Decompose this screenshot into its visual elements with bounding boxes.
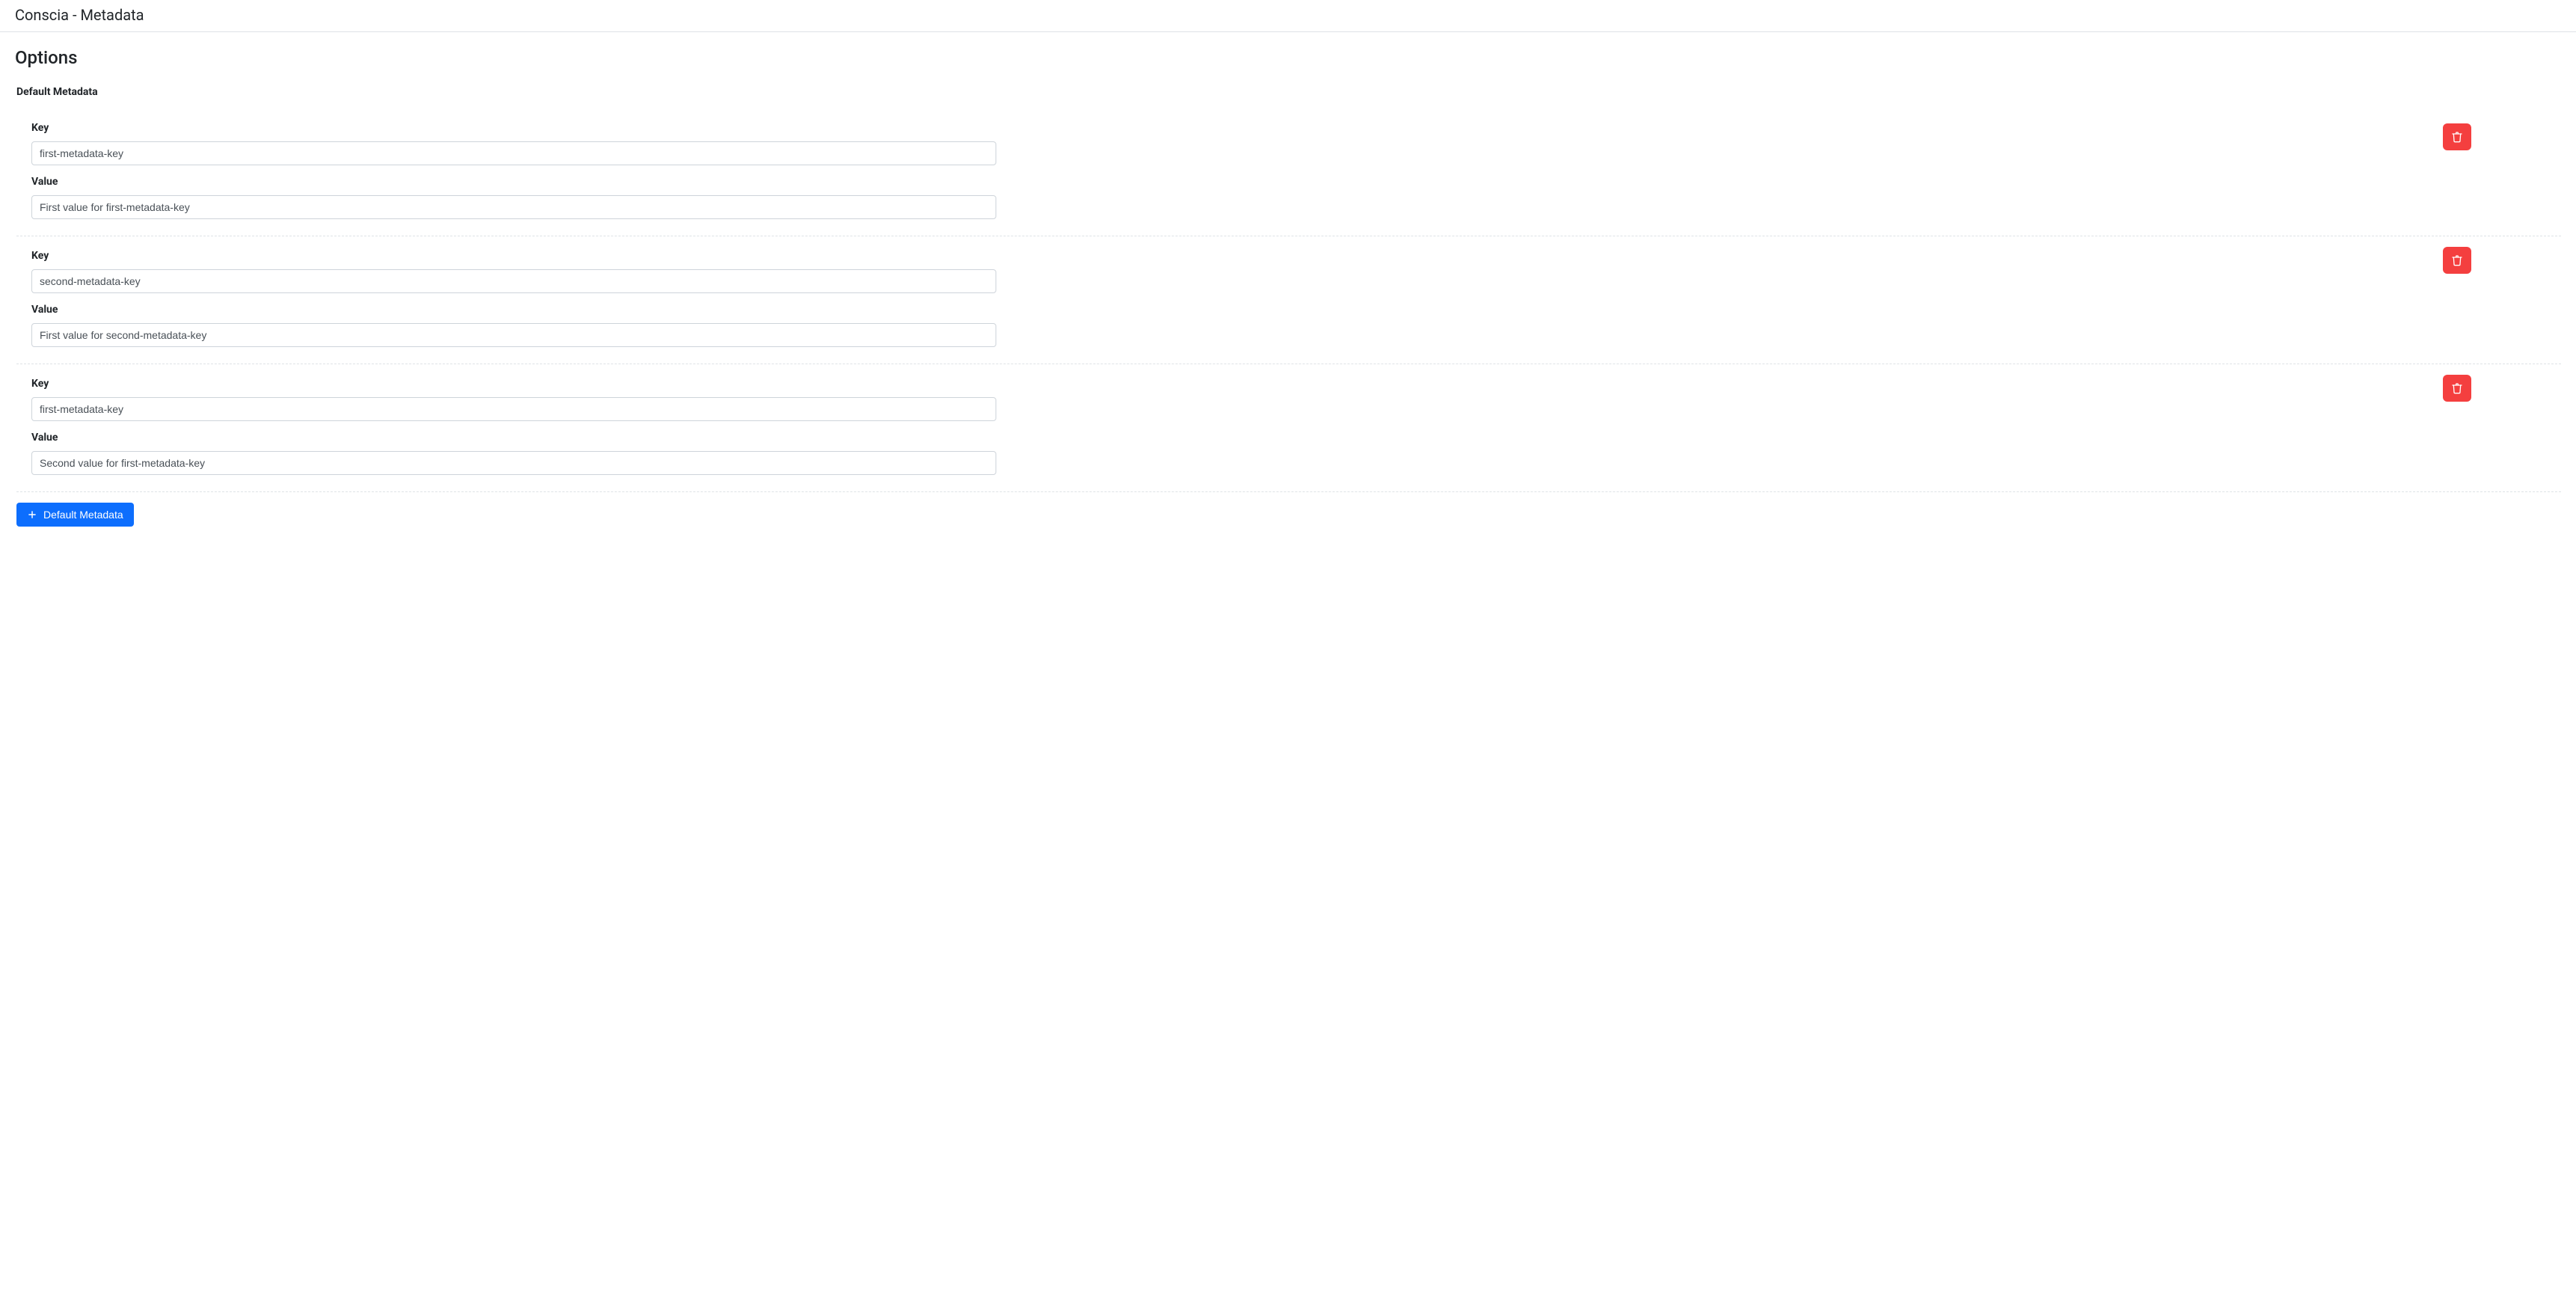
value-label: Value: [31, 432, 2561, 444]
metadata-entry: Key Value: [16, 113, 2561, 236]
header-title: Conscia - Metadata: [15, 6, 2561, 24]
page-header: Conscia - Metadata: [0, 0, 2576, 32]
delete-entry-button[interactable]: [2443, 247, 2471, 274]
delete-entry-button[interactable]: [2443, 375, 2471, 402]
page-title: Options: [15, 47, 2561, 68]
trash-icon: [2451, 382, 2463, 394]
add-metadata-button[interactable]: Default Metadata: [16, 503, 134, 527]
plus-icon: [27, 509, 37, 520]
value-input[interactable]: [31, 451, 996, 475]
content-area: Options Default Metadata Key Value: [0, 32, 2576, 542]
group-label: Default Metadata: [15, 86, 2561, 98]
key-input[interactable]: [31, 269, 996, 293]
metadata-entry: Key Value: [16, 236, 2561, 364]
value-input[interactable]: [31, 195, 996, 219]
value-label: Value: [31, 304, 2561, 316]
metadata-entries: Key Value Key Value: [16, 113, 2561, 492]
add-button-label: Default Metadata: [43, 509, 123, 521]
value-label: Value: [31, 176, 2561, 188]
key-input[interactable]: [31, 397, 996, 421]
key-label: Key: [31, 122, 2561, 134]
key-input[interactable]: [31, 141, 996, 165]
trash-icon: [2451, 254, 2463, 266]
trash-icon: [2451, 131, 2463, 143]
value-input[interactable]: [31, 323, 996, 347]
key-label: Key: [31, 250, 2561, 262]
metadata-entry: Key Value: [16, 364, 2561, 492]
key-label: Key: [31, 378, 2561, 390]
delete-entry-button[interactable]: [2443, 123, 2471, 150]
